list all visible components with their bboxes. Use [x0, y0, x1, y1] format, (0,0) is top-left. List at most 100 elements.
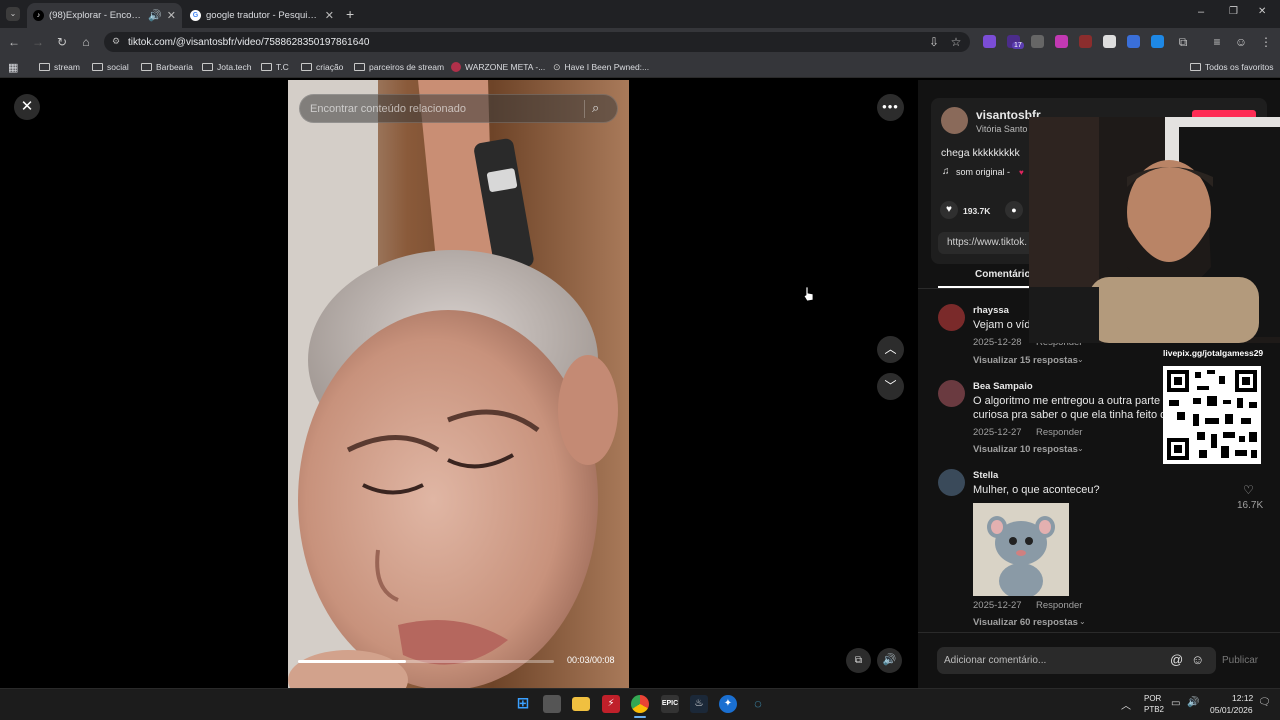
- bookmark-folder-barbearia[interactable]: Barbearia: [141, 59, 193, 75]
- language-indicator[interactable]: POR: [1144, 694, 1161, 703]
- app-circle-icon[interactable]: ◌: [749, 695, 767, 713]
- bookmark-label: parceiros de stream: [369, 62, 445, 72]
- avatar[interactable]: [938, 469, 965, 496]
- picture-in-picture-button[interactable]: ⧉: [846, 648, 871, 673]
- extension-icon[interactable]: [1103, 35, 1116, 48]
- task-view-icon[interactable]: [543, 695, 561, 713]
- steam-icon[interactable]: ♨: [690, 695, 708, 713]
- new-tab-button[interactable]: +: [346, 6, 354, 22]
- heart-small-icon: ♥: [1019, 168, 1024, 177]
- author-avatar[interactable]: [941, 107, 968, 134]
- close-tab-icon[interactable]: ✕: [167, 9, 176, 22]
- keyboard-layout: PTB2: [1144, 705, 1165, 714]
- reading-list-icon[interactable]: ≡: [1209, 34, 1225, 50]
- back-button[interactable]: ←: [6, 34, 22, 50]
- chevron-down-icon: ⌄: [1079, 617, 1086, 626]
- apps-grid-icon[interactable]: ▦: [8, 59, 18, 75]
- comment-input[interactable]: Adicionar comentário... @ ☺: [937, 647, 1216, 674]
- bookmark-warzone[interactable]: WARZONE META -...: [451, 59, 545, 75]
- bookmark-star-icon[interactable]: ☆: [948, 34, 964, 50]
- comment-image-rat[interactable]: [973, 503, 1069, 596]
- related-content-search[interactable]: Encontrar conteúdo relacionado ⌕: [299, 94, 618, 123]
- comment-username[interactable]: Stella: [973, 470, 998, 481]
- reply-button[interactable]: Responder: [1036, 600, 1082, 611]
- minimize-button[interactable]: –: [1198, 6, 1204, 18]
- battlenet-icon[interactable]: ✦: [719, 695, 737, 713]
- close-video-button[interactable]: ✕: [14, 94, 40, 120]
- progress-bar: [298, 660, 406, 663]
- sound-name[interactable]: som original -: [956, 167, 1010, 177]
- address-bar[interactable]: ⚙ tiktok.com/@visantosbfr/video/75886283…: [104, 32, 970, 52]
- publish-button[interactable]: Publicar: [1222, 655, 1258, 666]
- search-icon[interactable]: ⌕: [592, 100, 599, 116]
- emoji-icon[interactable]: ☺: [1191, 652, 1204, 667]
- tab-google[interactable]: G google tradutor - Pesquisa Goo ✕: [184, 3, 340, 28]
- bookmark-folder-jotatech[interactable]: Jota.tech: [202, 59, 252, 75]
- extension-icon[interactable]: [1079, 35, 1092, 48]
- view-replies-button[interactable]: Visualizar 10 respostas: [973, 444, 1078, 455]
- install-app-icon[interactable]: ⇩: [926, 34, 942, 50]
- forward-button[interactable]: →: [30, 34, 46, 50]
- bookmark-hibp[interactable]: ⊙ Have I Been Pwned:...: [553, 59, 649, 75]
- epic-games-icon[interactable]: EPIC: [661, 695, 679, 713]
- like-count: 193.7K: [963, 206, 991, 216]
- extensions-puzzle-icon[interactable]: ⧉: [1175, 34, 1191, 50]
- extension-icon[interactable]: [1151, 35, 1164, 48]
- app-bolt-icon[interactable]: ⚡: [602, 695, 620, 713]
- mention-icon[interactable]: @: [1170, 652, 1183, 667]
- avatar[interactable]: [938, 304, 965, 331]
- tab-comments[interactable]: Comentário: [975, 269, 1031, 280]
- extension-icon[interactable]: [1031, 35, 1044, 48]
- view-replies-button[interactable]: Visualizar 60 respostas: [973, 617, 1078, 628]
- reload-button[interactable]: ↻: [54, 34, 70, 50]
- close-tab-icon[interactable]: ✕: [325, 9, 334, 22]
- volume-button[interactable]: 🔊: [877, 648, 902, 673]
- next-video-button[interactable]: ﹀: [877, 373, 904, 400]
- bookmark-folder-criacao[interactable]: criação: [301, 59, 343, 75]
- heart-outline-icon[interactable]: ♡: [1243, 483, 1254, 497]
- clock-date[interactable]: 05/01/2026: [1210, 705, 1253, 715]
- avatar[interactable]: [938, 380, 965, 407]
- clock-time[interactable]: 12:12: [1232, 693, 1253, 703]
- bookmark-folder-social[interactable]: social: [92, 59, 129, 75]
- bookmark-label: Have I Been Pwned:...: [564, 62, 650, 72]
- bookmark-label: stream: [54, 62, 80, 72]
- webcam-overlay: [1029, 117, 1280, 343]
- menu-icon[interactable]: ⋮: [1258, 34, 1274, 50]
- windows-start-icon[interactable]: ⊞: [514, 695, 532, 713]
- video-player[interactable]: [288, 80, 629, 688]
- file-explorer-icon[interactable]: [572, 697, 590, 711]
- comment-icon[interactable]: ●: [1005, 201, 1023, 219]
- site-info-icon[interactable]: ⚙: [112, 36, 120, 47]
- reply-button[interactable]: Responder: [1036, 427, 1082, 438]
- folder-icon: [354, 63, 365, 71]
- qr-pattern: [1163, 366, 1261, 464]
- all-favorites[interactable]: Todos os favoritos: [1190, 59, 1274, 75]
- comment-like-count: 16.7K: [1237, 500, 1264, 511]
- bookmark-folder-tc[interactable]: T.C: [261, 59, 289, 75]
- comment-username[interactable]: Bea Sampaio: [973, 381, 1033, 392]
- close-window-button[interactable]: ✕: [1258, 6, 1266, 17]
- chrome-icon[interactable]: [631, 695, 649, 713]
- notification-icon[interactable]: 🗨: [1258, 697, 1271, 708]
- maximize-button[interactable]: ❐: [1229, 6, 1238, 17]
- home-button[interactable]: ⌂: [78, 34, 94, 50]
- post-caption: chega kkkkkkkkk: [941, 147, 1020, 159]
- bookmark-folder-parceiros[interactable]: parceiros de stream: [354, 59, 444, 75]
- profile-icon[interactable]: ☺: [1233, 34, 1249, 50]
- extension-icon[interactable]: [1127, 35, 1140, 48]
- view-replies-button[interactable]: Visualizar 15 respostas: [973, 355, 1078, 366]
- volume-icon[interactable]: 🔊: [1187, 697, 1199, 708]
- tab-tiktok[interactable]: ♪ (98)Explorar - Encontre seu 🔊 ✕: [27, 3, 182, 28]
- folder-icon: [39, 63, 50, 71]
- more-options-button[interactable]: •••: [877, 94, 904, 121]
- bookmark-folder-stream[interactable]: stream: [39, 59, 80, 75]
- network-icon[interactable]: ▭: [1171, 698, 1180, 709]
- extension-icon[interactable]: [983, 35, 996, 48]
- comment-username[interactable]: rhayssa: [973, 305, 1009, 316]
- like-button[interactable]: ♥: [940, 201, 958, 219]
- previous-video-button[interactable]: ︿: [877, 336, 904, 363]
- tab-list-button[interactable]: ⌄: [6, 7, 20, 21]
- tray-chevron-icon[interactable]: ︿: [1121, 697, 1131, 712]
- extension-icon[interactable]: [1055, 35, 1068, 48]
